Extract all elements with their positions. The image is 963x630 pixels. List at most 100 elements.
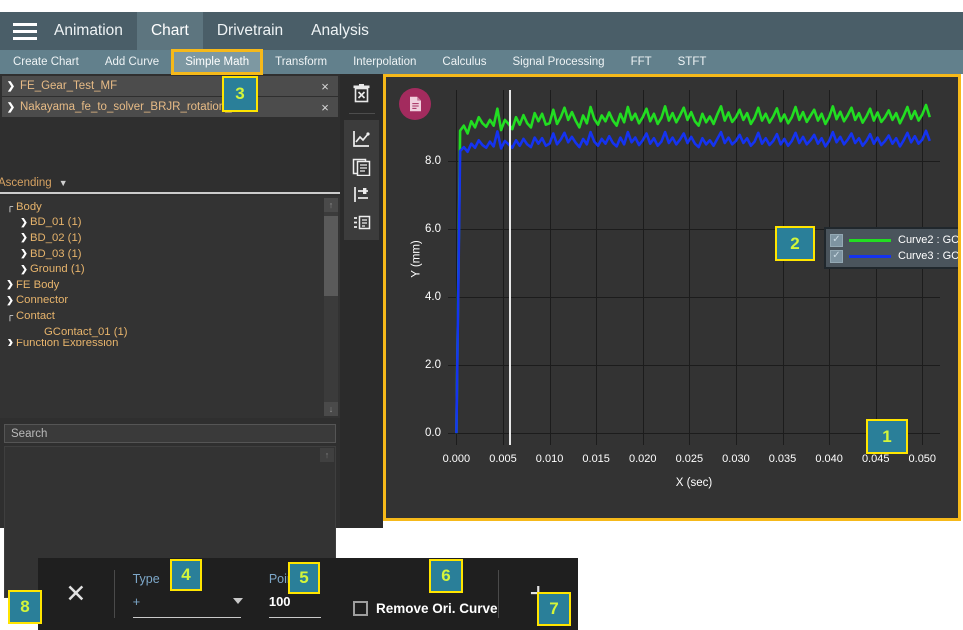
tree-item-bd-03-1[interactable]: ❯BD_03 (1)	[4, 246, 340, 262]
file-name: Nakayama_fe_to_solver_BRJR_rotation_1	[20, 101, 312, 113]
checkbox-box[interactable]	[353, 601, 368, 616]
tree-item-label: GContact_01 (1)	[44, 326, 128, 338]
delete-chart-icon[interactable]	[344, 79, 379, 107]
subtab-stft[interactable]: STFT	[665, 50, 720, 74]
results-scroll-up-icon[interactable]: ↑	[320, 448, 334, 462]
annotation-badge-5: 5	[288, 562, 320, 594]
tree-item-contact[interactable]: └Contact	[4, 308, 340, 324]
tree-item-label: Body	[16, 201, 42, 213]
x-axis-tick: 0.000	[443, 453, 471, 465]
subtab-add-curve[interactable]: Add Curve	[92, 50, 172, 74]
toolbar-group-tools	[344, 120, 379, 240]
legend-checkbox[interactable]: ✓	[830, 250, 843, 263]
annotation-badge-4: 4	[170, 559, 202, 591]
sort-control[interactable]: Ascending ▼	[0, 172, 340, 194]
legend-color-swatch	[849, 239, 891, 242]
main-tab-analysis[interactable]: Analysis	[297, 12, 383, 50]
app-root: AnimationChartDrivetrainAnalysis Create …	[0, 0, 963, 630]
tree-list: └Body❯BD_01 (1)❯BD_02 (1)❯BD_03 (1)❯Grou…	[0, 196, 340, 346]
tree-expand-icon[interactable]: ❯	[18, 217, 30, 228]
tree-item-label: BD_02 (1)	[30, 232, 82, 244]
tree-expand-icon[interactable]: ❯	[18, 232, 30, 243]
chevron-down-icon[interactable]: ▼	[59, 178, 68, 188]
subtab-fft[interactable]: FFT	[618, 50, 665, 74]
scroll-up-icon[interactable]: ↑	[324, 198, 338, 212]
list-properties-icon[interactable]	[344, 208, 379, 236]
x-axis-tick: 0.040	[815, 453, 843, 465]
tree-expand-icon[interactable]: ❯	[4, 279, 16, 290]
model-tree: └Body❯BD_01 (1)❯BD_02 (1)❯BD_03 (1)❯Grou…	[0, 196, 340, 418]
copy-icon[interactable]	[344, 152, 379, 180]
x-axis-tick: 0.025	[676, 453, 704, 465]
expand-icon[interactable]: ❯	[2, 102, 20, 113]
main-tab-drivetrain[interactable]: Drivetrain	[203, 12, 297, 50]
tree-item-partial: ❯Function Expression	[4, 339, 340, 346]
scroll-down-icon[interactable]: ↓	[324, 402, 338, 416]
legend-checkbox[interactable]: ✓	[830, 234, 843, 247]
tree-item-bd-02-1[interactable]: ❯BD_02 (1)	[4, 230, 340, 246]
legend-item[interactable]: ✓ Curve2 : GContact_01/Point/Magnitude(m…	[830, 232, 958, 248]
sort-label: Ascending	[0, 177, 52, 189]
tree-item-label: Connector	[16, 294, 68, 306]
annotation-badge-7: 7	[537, 592, 571, 626]
curve-line-3	[456, 131, 929, 433]
tree-item-ground-1[interactable]: ❯Ground (1)	[4, 261, 340, 277]
main-tab-chart[interactable]: Chart	[137, 12, 203, 50]
type-underline	[133, 617, 241, 619]
tree-collapse-icon[interactable]: └	[4, 311, 16, 321]
annotation-badge-3: 3	[222, 76, 258, 112]
close-button[interactable]: ✕	[38, 558, 114, 630]
tree-item-label: Contact	[16, 310, 55, 322]
tree-item-label: BD_03 (1)	[30, 248, 82, 260]
document-icon[interactable]	[399, 88, 431, 120]
file-row[interactable]: ❯Nakayama_fe_to_solver_BRJR_rotation_1×	[2, 97, 338, 117]
tree-item-connector[interactable]: ❯Connector	[4, 293, 340, 309]
search-box[interactable]	[4, 424, 336, 443]
expand-icon[interactable]: ❯	[2, 81, 20, 92]
chart-icon[interactable]	[344, 124, 379, 152]
scrollbar-thumb[interactable]	[324, 216, 338, 296]
hamburger-menu-icon[interactable]	[0, 12, 40, 50]
search-input[interactable]	[5, 425, 335, 442]
x-axis-tick: 0.045	[862, 453, 890, 465]
tree-item-gcontact-01-1[interactable]: GContact_01 (1)	[4, 324, 340, 340]
x-axis-tick: 0.035	[769, 453, 797, 465]
subtab-calculus[interactable]: Calculus	[429, 50, 499, 74]
tree-expand-icon[interactable]: ❯	[4, 295, 16, 306]
tree-item-label: Ground (1)	[30, 263, 85, 275]
tree-item-label: Function Expression	[16, 339, 118, 346]
subtab-simple-math[interactable]: Simple Math	[172, 50, 262, 74]
x-axis-tick: 0.020	[629, 453, 657, 465]
tree-collapse-icon[interactable]: └	[4, 202, 16, 212]
tree-item-bd-01-1[interactable]: ❯BD_01 (1)	[4, 215, 340, 231]
subtab-transform[interactable]: Transform	[262, 50, 340, 74]
sort-divider	[0, 192, 340, 194]
subtab-create-chart[interactable]: Create Chart	[0, 50, 92, 74]
x-axis-label: X (sec)	[448, 477, 940, 489]
file-row[interactable]: ❯FE_Gear_Test_MF×	[2, 76, 338, 96]
chart-cursor-line[interactable]	[509, 90, 511, 445]
sliders-icon[interactable]	[344, 180, 379, 208]
points-value[interactable]: 100	[269, 594, 327, 609]
remove-original-curve-checkbox[interactable]: Remove Ori. Curve	[353, 586, 498, 630]
tree-item-body[interactable]: └Body	[4, 199, 340, 215]
close-icon[interactable]: ×	[312, 100, 338, 115]
chart-legend[interactable]: ✓ Curve2 : GContact_01/Point/Magnitude(m…	[824, 227, 958, 269]
y-axis-label: Y (mm)	[411, 240, 423, 277]
x-axis-tick: 0.015	[582, 453, 610, 465]
y-axis-tick: 8.0	[425, 155, 441, 167]
subtab-interpolation[interactable]: Interpolation	[340, 50, 429, 74]
chevron-down-icon[interactable]	[233, 598, 243, 604]
tree-item-label: BD_01 (1)	[30, 216, 82, 228]
legend-item[interactable]: ✓ Curve3 : GContact_01/Point/X(mm)	[830, 248, 958, 264]
x-axis-tick: 0.005	[489, 453, 517, 465]
tree-expand-icon[interactable]: ❯	[18, 248, 30, 259]
tree-scrollbar[interactable]: ↑ ↓	[324, 198, 338, 416]
x-axis-tick: 0.050	[909, 453, 937, 465]
subtab-signal-processing[interactable]: Signal Processing	[500, 50, 618, 74]
main-tab-animation[interactable]: Animation	[40, 12, 137, 50]
close-icon[interactable]: ×	[312, 79, 338, 94]
tree-expand-icon[interactable]: ❯	[18, 264, 30, 275]
remove-original-curve-label: Remove Ori. Curve	[376, 601, 498, 616]
tree-item-fe-body[interactable]: ❯FE Body	[4, 277, 340, 293]
